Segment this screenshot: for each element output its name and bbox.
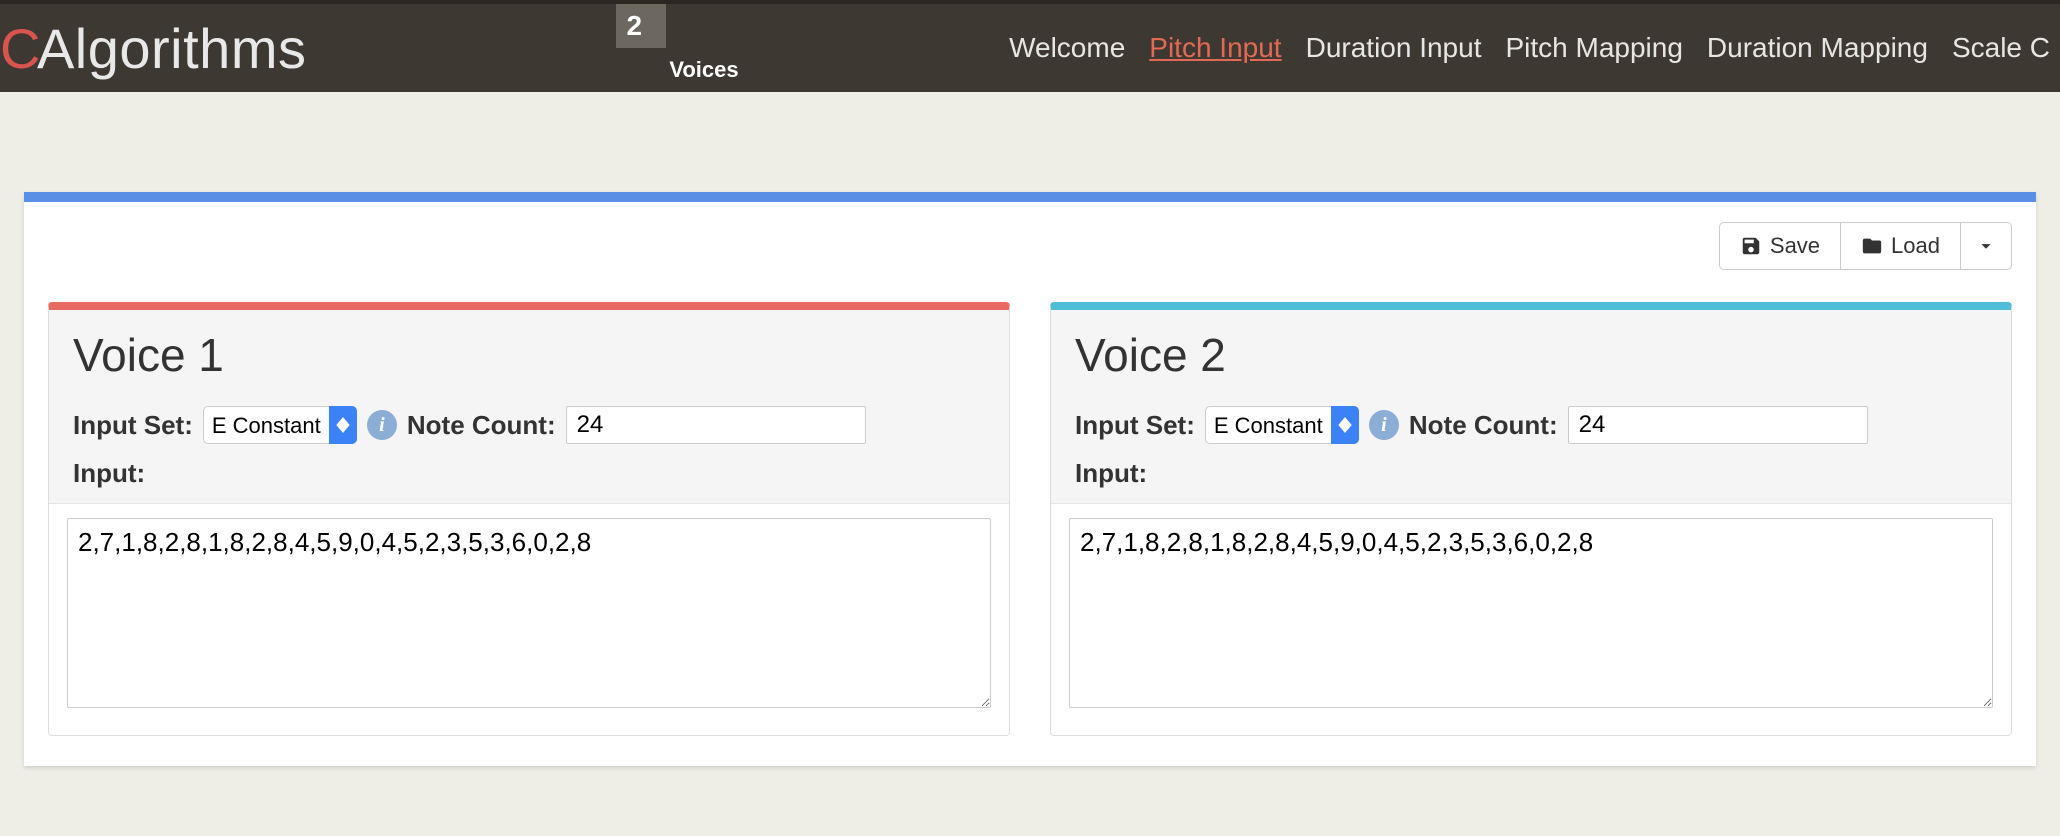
voice-2-inputset-select-wrap[interactable]: E Constant	[1205, 406, 1359, 444]
nav-duration-input[interactable]: Duration Input	[1306, 32, 1482, 64]
voice-1-notecount-input[interactable]	[566, 406, 866, 444]
voice-panel-1: Voice 1 Input Set: E Constant	[48, 302, 1010, 736]
voice-1-inputset-label: Input Set:	[73, 410, 193, 441]
save-button[interactable]: Save	[1719, 222, 1841, 270]
voice-1-body	[49, 504, 1009, 735]
voice-2-controls: Input Set: E Constant i Note Count:	[1075, 406, 1987, 444]
voice-2-notecount-input[interactable]	[1568, 406, 1868, 444]
save-button-label: Save	[1770, 233, 1820, 259]
voice-2-body	[1051, 504, 2011, 735]
voice-1-input-label: Input:	[73, 458, 985, 489]
card-toolbar: Save Load	[48, 222, 2012, 270]
top-navbar: CAlgorithms 2 Voices Welcome Pitch Input…	[0, 0, 2060, 92]
voices-row: Voice 1 Input Set: E Constant	[48, 302, 2012, 736]
voices-count-value[interactable]: 2	[616, 4, 666, 48]
save-load-group: Save Load	[1719, 222, 2012, 270]
caret-down-icon	[1975, 235, 1997, 257]
nav-pitch-input[interactable]: Pitch Input	[1149, 32, 1281, 64]
voice-2-title: Voice 2	[1075, 328, 1987, 382]
brand-logo[interactable]: CAlgorithms	[0, 4, 336, 92]
nav-scale[interactable]: Scale C	[1952, 32, 2050, 64]
load-button[interactable]: Load	[1841, 222, 1961, 270]
nav-welcome[interactable]: Welcome	[1009, 32, 1125, 64]
voices-count-label: Voices	[616, 48, 791, 92]
info-icon[interactable]: i	[367, 410, 397, 440]
voice-2-input-textarea[interactable]	[1069, 518, 1993, 708]
select-arrows-icon	[329, 406, 357, 444]
nav-duration-mapping[interactable]: Duration Mapping	[1707, 32, 1928, 64]
voice-2-notecount-label: Note Count:	[1409, 410, 1558, 441]
load-button-label: Load	[1891, 233, 1940, 259]
page-wrap: Save Load Voice 1 Input Set:	[0, 92, 2060, 766]
brand-rest: Algorithms	[37, 16, 307, 81]
load-dropdown-toggle[interactable]	[1961, 222, 2012, 270]
brand-prefix: C	[0, 16, 41, 81]
select-arrows-icon	[1331, 406, 1359, 444]
voice-1-input-textarea[interactable]	[67, 518, 991, 708]
voice-1-controls: Input Set: E Constant i Note Count:	[73, 406, 985, 444]
voice-2-input-label: Input:	[1075, 458, 1987, 489]
voice-panel-2: Voice 2 Input Set: E Constant	[1050, 302, 2012, 736]
voice-1-inputset-select-wrap[interactable]: E Constant	[203, 406, 357, 444]
voice-2-inputset-select[interactable]: E Constant	[1205, 406, 1331, 444]
voice-1-title: Voice 1	[73, 328, 985, 382]
voice-1-inputset-select[interactable]: E Constant	[203, 406, 329, 444]
voices-counter[interactable]: 2 Voices	[616, 4, 791, 92]
voice-1-header: Voice 1 Input Set: E Constant	[49, 310, 1009, 504]
info-icon[interactable]: i	[1369, 410, 1399, 440]
nav-pitch-mapping[interactable]: Pitch Mapping	[1505, 32, 1682, 64]
voice-2-inputset-label: Input Set:	[1075, 410, 1195, 441]
save-icon	[1740, 235, 1762, 257]
nav-links: Welcome Pitch Input Duration Input Pitch…	[1009, 4, 2060, 92]
voice-1-notecount-label: Note Count:	[407, 410, 556, 441]
main-card: Save Load Voice 1 Input Set:	[24, 192, 2036, 766]
folder-open-icon	[1861, 235, 1883, 257]
voice-2-header: Voice 2 Input Set: E Constant	[1051, 310, 2011, 504]
